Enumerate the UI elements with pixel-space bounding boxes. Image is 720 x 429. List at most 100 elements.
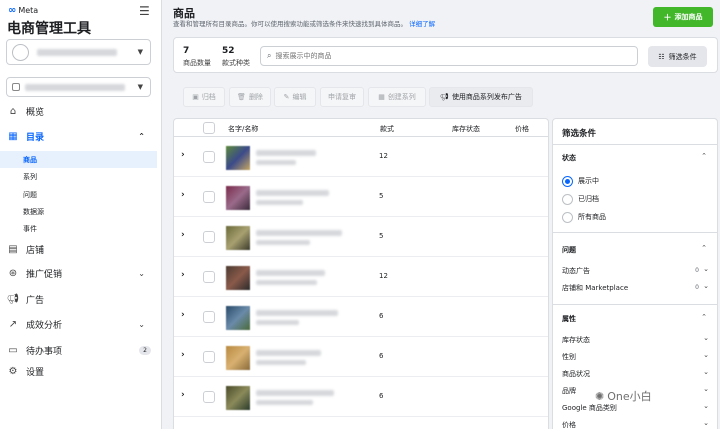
request-review-button[interactable]: 申请复审 (320, 87, 364, 107)
chevron-down-icon[interactable]: ⌄ (703, 402, 709, 410)
variants-label: 款式种类 (222, 59, 250, 67)
divider (553, 232, 717, 233)
attribute-filter[interactable]: 库存状态 (562, 335, 590, 345)
items-label: 商品数量 (183, 59, 211, 67)
attribute-filter[interactable]: 价格 (562, 420, 576, 429)
caret-down-icon: ▼ (137, 83, 143, 91)
edit-button[interactable]: ✎ 编辑 (274, 87, 316, 107)
row-checkbox[interactable] (203, 311, 215, 323)
create-set-button[interactable]: ▦ 创建系列 (368, 87, 426, 107)
radio[interactable] (562, 193, 573, 205)
status-option-archived[interactable]: 已归档 (562, 193, 599, 205)
expand-chevron-icon[interactable]: › (181, 190, 185, 200)
attribute-filter[interactable]: 性别 (562, 352, 576, 362)
product-thumbnail[interactable] (226, 226, 250, 250)
chevron-down-icon[interactable]: ⌄ (703, 351, 709, 359)
expand-chevron-icon[interactable]: › (181, 150, 185, 160)
sidebar-subitem-sets[interactable]: 系列 (0, 168, 157, 185)
status-option-showing[interactable]: 展示中 (562, 175, 599, 187)
delete-button[interactable]: 🗑︎ 删除 (229, 87, 271, 107)
issue-shops-marketplace[interactable]: 店铺和 Marketplace (562, 283, 628, 293)
redacted-account-name (37, 49, 117, 56)
sidebar-item-insights[interactable]: ↗ 成效分析 ⌄ (0, 314, 161, 334)
table-row[interactable]: › 12 (174, 137, 548, 177)
chevron-up-icon[interactable]: ⌃ (701, 244, 707, 252)
chevron-down-icon[interactable]: ⌄ (703, 265, 709, 273)
expand-chevron-icon[interactable]: › (181, 310, 185, 320)
product-thumbnail[interactable] (226, 346, 250, 370)
sidebar-item-settings[interactable]: ⚙ 设置 (0, 361, 161, 381)
sidebar-item-ads[interactable]: 📢︎ 广告 (0, 289, 161, 309)
learn-more-link[interactable]: 详细了解 (409, 20, 435, 28)
table-row[interactable]: › 6 (174, 297, 548, 337)
page-description: 查看和管理所有目录商品。你可以使用搜索功能或筛选条件来快速找到具体商品。 详细了… (173, 18, 435, 28)
table-row[interactable]: › 5 (174, 177, 548, 217)
table-row[interactable]: › 6 (174, 337, 548, 377)
redacted-product-name (256, 310, 338, 316)
promote-set-button[interactable]: 📢︎ 使用商品系列发布广告 (429, 87, 533, 107)
table-row[interactable]: › 6 (174, 377, 548, 417)
sidebar-item-overview[interactable]: ⌂ 概览 (0, 101, 161, 121)
issue-dynamic-ads[interactable]: 动态广告 (562, 266, 590, 276)
chevron-up-icon[interactable]: ⌃ (701, 152, 707, 160)
chevron-down-icon[interactable]: ⌄ (703, 334, 709, 342)
expand-chevron-icon[interactable]: › (181, 270, 185, 280)
table-row[interactable]: › 5 (174, 217, 548, 257)
chevron-down-icon[interactable]: ⌄ (703, 419, 709, 427)
radio-selected[interactable] (562, 175, 573, 187)
product-thumbnail[interactable] (226, 306, 250, 330)
expand-chevron-icon[interactable]: › (181, 350, 185, 360)
gear-icon: ⚙ (8, 365, 18, 377)
row-checkbox[interactable] (203, 231, 215, 243)
row-checkbox[interactable] (203, 271, 215, 283)
store-icon: ▤ (8, 243, 18, 255)
column-header-variants[interactable]: 款式 (380, 124, 394, 134)
radio[interactable] (562, 211, 573, 223)
sidebar-subitem-data-sources[interactable]: 数据源 (0, 203, 157, 220)
sidebar-subitem-issues[interactable]: 问题 (0, 186, 157, 203)
column-header-inventory[interactable]: 库存状态 (452, 124, 480, 134)
chevron-down-icon[interactable]: ⌄ (703, 368, 709, 376)
row-checkbox[interactable] (203, 191, 215, 203)
row-checkbox[interactable] (203, 351, 215, 363)
attribute-filter[interactable]: 品牌 (562, 386, 576, 396)
sidebar-item-shops[interactable]: ▤ 店铺 (0, 239, 161, 259)
variant-count: 6 (379, 352, 384, 360)
sidebar-subitem-events[interactable]: 事件 (0, 220, 157, 237)
attribute-filter[interactable]: 商品状况 (562, 369, 590, 379)
status-option-all[interactable]: 所有商品 (562, 211, 606, 223)
select-all-checkbox[interactable] (203, 122, 215, 134)
redacted-product-id (256, 240, 310, 245)
product-thumbnail[interactable] (226, 386, 250, 410)
add-products-button[interactable]: ＋ 添加商品 (653, 7, 713, 27)
product-thumbnail[interactable] (226, 266, 250, 290)
search-field[interactable]: ⌕ (260, 46, 638, 66)
sidebar-item-todos[interactable]: ▭ 待办事项 2 (0, 340, 161, 360)
filter-button[interactable]: ☷ 筛选条件 (648, 46, 707, 67)
sidebar-item-catalog[interactable]: ▦ 目录 ⌃ (0, 126, 161, 146)
chevron-down-icon[interactable]: ⌄ (703, 282, 709, 290)
expand-chevron-icon[interactable]: › (181, 230, 185, 240)
meta-infinity-icon: ∞ (8, 5, 17, 16)
business-account-selector[interactable]: ▼ (6, 39, 151, 65)
search-input[interactable] (275, 52, 616, 60)
product-thumbnail[interactable] (226, 146, 250, 170)
sidebar-item-promotions[interactable]: ⊛ 推广促销 ⌄ (0, 263, 161, 283)
chevron-up-icon[interactable]: ⌃ (701, 313, 707, 321)
hamburger-icon[interactable]: ☰ (139, 4, 150, 18)
request-review-label: 申请复审 (328, 93, 356, 101)
table-row[interactable]: › 12 (174, 257, 548, 297)
catalog-selector[interactable]: ▼ (6, 77, 151, 97)
sidebar-subitem-products[interactable]: 商品 (0, 151, 157, 168)
archive-button[interactable]: ▣ 归档 (183, 87, 225, 107)
attribute-filter[interactable]: Google 商品类别 (562, 403, 617, 413)
column-header-name[interactable]: 名字/名称 (228, 124, 258, 134)
chevron-down-icon[interactable]: ⌄ (703, 385, 709, 393)
column-header-price[interactable]: 价格 (515, 124, 529, 134)
product-thumbnail[interactable] (226, 186, 250, 210)
main-content: 商品 查看和管理所有目录商品。你可以使用搜索功能或筛选条件来快速找到具体商品。 … (162, 0, 720, 429)
row-checkbox[interactable] (203, 151, 215, 163)
row-checkbox[interactable] (203, 391, 215, 403)
expand-chevron-icon[interactable]: › (181, 390, 185, 400)
variant-count: 5 (379, 192, 384, 200)
